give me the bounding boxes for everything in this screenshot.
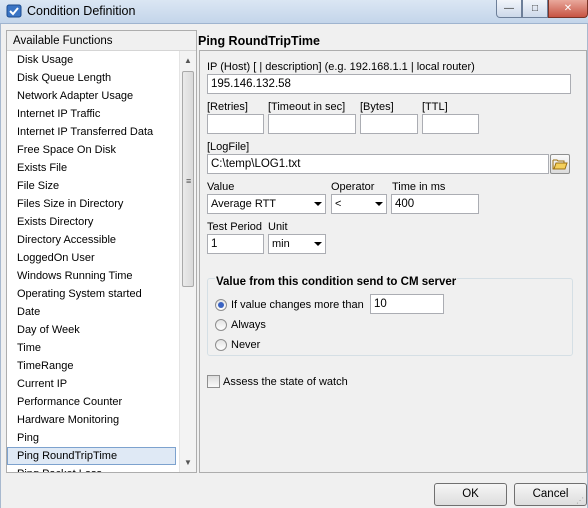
folder-open-icon (552, 159, 568, 170)
radio-never[interactable] (215, 339, 227, 351)
function-item[interactable]: Directory Accessible (7, 231, 179, 249)
host-label: IP (Host) [ | description] (e.g. 192.168… (207, 61, 475, 73)
function-item[interactable]: Operating System started (7, 285, 179, 303)
send-to-cm-title: Value from this condition send to CM ser… (215, 276, 458, 288)
time-label: Time in ms (392, 181, 446, 193)
value-select[interactable]: Average RTT (207, 194, 326, 214)
logfile-input[interactable]: C:\temp\LOG1.txt (207, 154, 549, 174)
retries-label: [Retries] (207, 101, 248, 113)
function-item[interactable]: Ping (7, 429, 179, 447)
function-item[interactable]: Performance Counter (7, 393, 179, 411)
unit-select[interactable]: min (268, 234, 326, 254)
function-item[interactable]: Disk Usage (7, 51, 179, 69)
condition-title: Ping RoundTripTime (198, 34, 320, 48)
function-item[interactable]: Internet IP Traffic (7, 105, 179, 123)
window-title: Condition Definition (27, 4, 136, 18)
scroll-up-arrow-icon[interactable]: ▲ (180, 53, 196, 69)
resize-grip-icon[interactable]: ⋰ (576, 496, 586, 506)
operator-select[interactable]: < (331, 194, 387, 214)
test-period-label: Test Period (207, 221, 263, 233)
function-item[interactable]: Exists File (7, 159, 179, 177)
chevron-down-icon (375, 202, 383, 206)
function-item[interactable]: Time (7, 339, 179, 357)
radio-always[interactable] (215, 319, 227, 331)
threshold-input[interactable]: 10 (370, 294, 444, 314)
ttl-label: [TTL] (422, 101, 448, 113)
operator-select-text: < (335, 198, 342, 210)
functions-scrollbar[interactable]: ▲ ≡ ▼ (179, 51, 196, 472)
function-item[interactable]: Files Size in Directory (7, 195, 179, 213)
function-item[interactable]: Free Space On Disk (7, 141, 179, 159)
scroll-down-arrow-icon[interactable]: ▼ (180, 455, 196, 471)
retries-input[interactable] (207, 114, 264, 134)
unit-label: Unit (268, 221, 288, 233)
unit-select-text: min (272, 238, 290, 250)
function-item[interactable]: Current IP (7, 375, 179, 393)
function-item[interactable]: Disk Queue Length (7, 69, 179, 87)
function-item[interactable]: TimeRange (7, 357, 179, 375)
test-period-input[interactable]: 1 (207, 234, 264, 254)
chevron-down-icon (314, 202, 322, 206)
function-item[interactable]: LoggedOn User (7, 249, 179, 267)
function-item[interactable]: File Size (7, 177, 179, 195)
timeout-input[interactable] (268, 114, 356, 134)
assess-label[interactable]: Assess the state of watch (223, 376, 348, 388)
app-icon (6, 4, 22, 18)
scroll-grip-icon: ≡ (186, 176, 192, 186)
function-item[interactable]: Ping Packet Loss (7, 465, 179, 472)
send-to-cm-group (207, 278, 573, 356)
functions-header: Available Functions (7, 31, 196, 51)
value-label: Value (207, 181, 235, 193)
functions-panel: Available Functions Disk Usage Disk Queue… (6, 30, 197, 473)
chevron-down-icon (314, 242, 322, 246)
functions-list[interactable]: Disk Usage Disk Queue Length Network Adapt… (7, 51, 179, 472)
function-item[interactable]: Network Adapter Usage (7, 87, 179, 105)
scroll-thumb[interactable]: ≡ (182, 71, 194, 287)
maximize-button[interactable]: □ (522, 0, 548, 18)
time-input[interactable]: 400 (391, 194, 479, 214)
host-input[interactable]: 195.146.132.58 (207, 74, 571, 94)
function-item[interactable]: Day of Week (7, 321, 179, 339)
function-item[interactable]: Windows Running Time (7, 267, 179, 285)
bytes-input[interactable] (360, 114, 418, 134)
timeout-label: [Timeout in sec] (268, 101, 346, 113)
browse-folder-button[interactable] (550, 154, 570, 174)
bytes-label: [Bytes] (360, 101, 394, 113)
radio-never-label[interactable]: Never (231, 339, 260, 351)
minimize-button[interactable]: — (496, 0, 522, 18)
function-item[interactable]: Date (7, 303, 179, 321)
value-select-text: Average RTT (211, 198, 277, 210)
function-item[interactable]: Hardware Monitoring (7, 411, 179, 429)
function-item[interactable]: Internet IP Transferred Data (7, 123, 179, 141)
title-bar: Condition Definition — □ ✕ (0, 0, 588, 24)
operator-label: Operator (331, 181, 375, 193)
radio-always-label[interactable]: Always (231, 319, 266, 331)
close-button[interactable]: ✕ (548, 0, 588, 18)
function-item[interactable]: Ping RoundTripTime (7, 447, 176, 465)
radio-if-changes[interactable] (215, 299, 227, 311)
ok-button[interactable]: OK (434, 483, 507, 506)
logfile-label: [LogFile] (207, 141, 250, 153)
assess-checkbox[interactable] (207, 375, 220, 388)
radio-if-changes-label[interactable]: If value changes more than (231, 299, 364, 311)
ttl-input[interactable] (422, 114, 479, 134)
function-item[interactable]: Exists Directory (7, 213, 179, 231)
